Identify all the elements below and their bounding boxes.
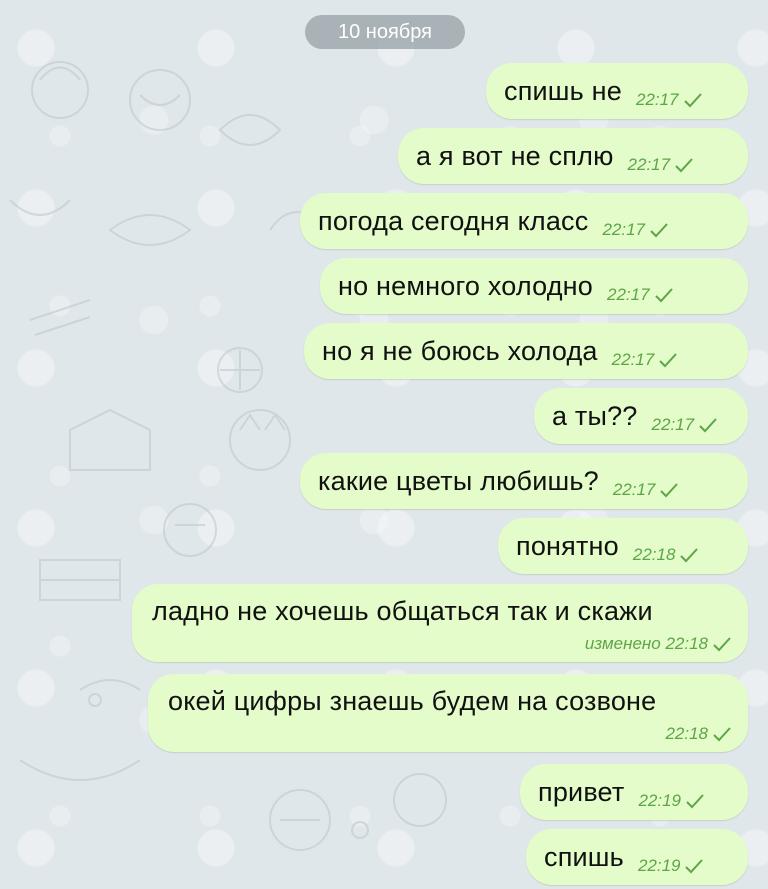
message-time: 22:17 (635, 90, 679, 109)
message-time: 22:18 (632, 545, 676, 564)
message-text: а ты?? (552, 400, 638, 431)
message-meta: 22:17 (613, 480, 680, 500)
message-bubble[interactable]: а ты?? 22:17 (534, 388, 748, 444)
message-bubble[interactable]: а я вот не сплю 22:17 (398, 128, 748, 184)
message-text: погода сегодня класс (318, 205, 589, 236)
message-time: 22:17 (607, 285, 650, 304)
check-icon (649, 222, 669, 238)
check-icon (658, 352, 678, 368)
message-meta: изменено 22:18 (585, 634, 732, 654)
message-time: 22:18 (665, 634, 708, 653)
message-meta: 22:17 (636, 90, 703, 110)
message-time: 22:17 (612, 480, 656, 499)
message-bubble[interactable]: ладно не хочешь общаться так и скажи изм… (132, 584, 748, 662)
message-text: окей цифры знаешь будем на созвоне (168, 686, 657, 716)
message-bubble[interactable]: привет 22:19 (520, 764, 748, 820)
message-text: но немного холодно (338, 270, 593, 301)
message-text: какие цветы любишь? (318, 465, 599, 496)
message-bubble[interactable]: понятно 22:18 (498, 518, 748, 574)
message-meta: 22:19 (638, 791, 705, 811)
message-time: 22:19 (637, 856, 681, 875)
message-bubble[interactable]: погода сегодня класс 22:17 (300, 193, 748, 249)
check-icon (654, 287, 674, 303)
check-icon (679, 547, 699, 563)
message-meta: 22:17 (628, 155, 695, 175)
check-icon (683, 92, 703, 108)
message-meta: 22:19 (638, 856, 705, 876)
message-text: спишь (544, 841, 624, 872)
message-time: 22:19 (638, 791, 681, 810)
check-icon (674, 157, 694, 173)
message-text: привет (538, 776, 625, 807)
message-bubble[interactable]: какие цветы любишь? 22:17 (300, 453, 748, 509)
date-divider: 10 ноября (305, 15, 465, 49)
check-icon (712, 636, 732, 652)
message-meta: 22:17 (652, 415, 719, 435)
message-bubble[interactable]: спишь не 22:17 (486, 63, 748, 119)
check-icon (659, 482, 679, 498)
message-time: 22:17 (651, 415, 695, 434)
check-icon (698, 417, 718, 433)
message-bubble[interactable]: спишь 22:19 (526, 829, 748, 885)
message-time: 22:18 (665, 724, 708, 743)
message-time: 22:17 (627, 155, 671, 174)
message-bubble[interactable]: окей цифры знаешь будем на созвоне 22:18 (148, 674, 748, 752)
check-icon (685, 793, 705, 809)
message-bubble[interactable]: но немного холодно 22:17 (320, 258, 748, 314)
message-text: ладно не хочешь общаться так и скажи (152, 596, 653, 626)
message-meta: 22:17 (602, 220, 669, 240)
message-meta: 22:17 (607, 285, 674, 305)
message-text: понятно (516, 530, 619, 561)
message-text: спишь не (504, 75, 622, 106)
message-bubble[interactable]: но я не боюсь холода 22:17 (304, 323, 748, 379)
message-time: 22:17 (602, 220, 646, 239)
edited-label: изменено (584, 634, 661, 653)
message-meta: 22:18 (633, 545, 700, 565)
check-icon (712, 726, 732, 742)
message-meta: 22:18 (665, 724, 732, 744)
message-text: а я вот не сплю (416, 140, 614, 171)
message-text: но я не боюсь холода (322, 335, 598, 366)
message-meta: 22:17 (612, 350, 679, 370)
message-time: 22:17 (611, 350, 655, 369)
check-icon (684, 858, 704, 874)
